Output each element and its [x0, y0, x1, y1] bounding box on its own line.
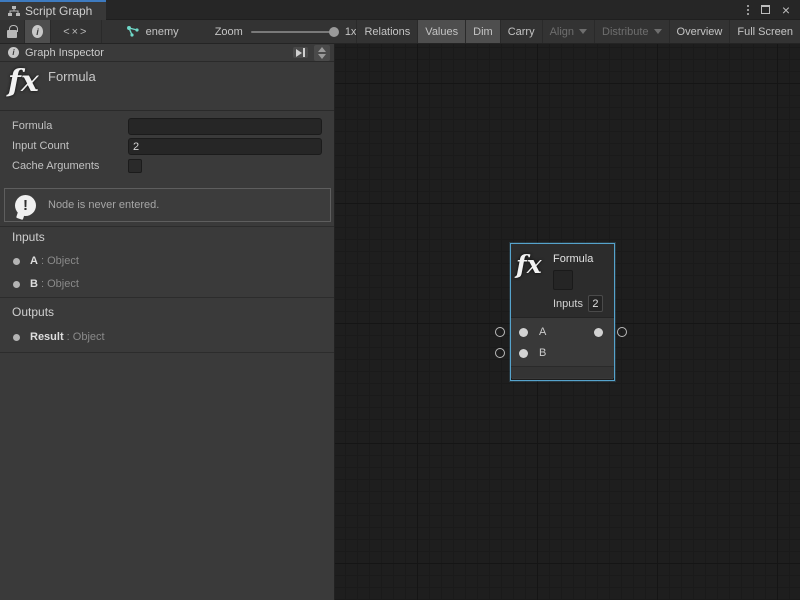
values-button[interactable]: Values [418, 20, 466, 43]
graph-toolbar: i <×> enemy Zoom 1x Re [0, 20, 800, 44]
node-input-count[interactable]: 2 [588, 295, 603, 312]
relations-button[interactable]: Relations [356, 20, 418, 43]
port-bullet-icon [13, 281, 20, 288]
zoom-control: Zoom 1x [215, 20, 357, 43]
port-bullet-icon [13, 334, 20, 341]
output-port-dot[interactable] [594, 328, 603, 337]
panel-scroll-arrows[interactable] [314, 45, 330, 61]
port-row-b: B [511, 345, 614, 361]
inspector-toggle-button[interactable]: i [25, 20, 51, 43]
align-dropdown[interactable]: Align [543, 20, 595, 43]
cache-arguments-checkbox[interactable] [128, 159, 142, 173]
warning-text: Node is never entered. [48, 199, 159, 211]
arrow-down-icon [318, 54, 326, 59]
dim-button[interactable]: Dim [466, 20, 501, 43]
info-icon: i [32, 25, 43, 38]
lock-button[interactable] [0, 20, 25, 43]
tab-script-graph[interactable]: Script Graph [0, 0, 106, 20]
window-controls: × [747, 0, 800, 19]
input-connection-ring-b[interactable] [495, 348, 505, 358]
formula-node-ports: A B [511, 318, 614, 366]
chevron-down-icon [579, 29, 587, 34]
maximize-icon[interactable] [761, 5, 770, 14]
info-icon: i [8, 47, 19, 58]
script-graph-icon [8, 6, 20, 17]
toolbar-buttons: Relations Values Dim Carry Align Distrib… [356, 20, 800, 43]
fx-icon: fx [8, 64, 39, 99]
fx-icon: fx [516, 250, 542, 279]
title-bar: Script Graph × [0, 0, 800, 20]
warning-box: ! Node is never entered. [4, 188, 331, 222]
unity-visual-scripting-window: Script Graph × i <×> [0, 0, 800, 600]
zoom-slider[interactable] [251, 31, 337, 33]
node-inputs-label: Inputs [553, 298, 583, 310]
inputs-section-header: Inputs [12, 230, 45, 244]
zoom-value: 1x [345, 26, 357, 38]
formula-node-footer [511, 366, 614, 378]
code-icon: <×> [63, 26, 88, 38]
output-connection-ring[interactable] [617, 327, 627, 337]
dock-icon [296, 49, 302, 57]
port-b-label: B [539, 347, 546, 359]
node-inputs-row: Inputs 2 [553, 295, 603, 312]
distribute-dropdown[interactable]: Distribute [595, 20, 669, 43]
node-formula-input[interactable] [553, 270, 573, 290]
input-port-b: B : Object [30, 278, 79, 290]
inspector-header: i Graph Inspector [0, 44, 334, 62]
window-menu-icon[interactable] [747, 5, 749, 15]
input-count-field-label: Input Count [12, 140, 69, 152]
breadcrumb-label: enemy [146, 26, 179, 38]
variables-toggle-button[interactable]: <×> [51, 20, 102, 43]
output-port-result: Result : Object [30, 331, 105, 343]
input-connection-ring-a[interactable] [495, 327, 505, 337]
dock-panel-button[interactable] [293, 47, 308, 58]
formula-node[interactable]: fx Formula Inputs 2 A B [510, 243, 615, 381]
outputs-section-header: Outputs [12, 305, 54, 319]
formula-node-title: Formula [553, 253, 593, 265]
carry-button[interactable]: Carry [501, 20, 543, 43]
graph-node-icon [126, 26, 140, 38]
cache-arguments-label: Cache Arguments [12, 160, 99, 172]
inspector-header-title: Graph Inspector [25, 47, 104, 59]
input-count-input[interactable] [128, 138, 322, 155]
graph-canvas[interactable]: fx Formula Inputs 2 A B [335, 44, 800, 600]
port-a-label: A [539, 326, 546, 338]
breadcrumb[interactable]: enemy [116, 20, 189, 43]
formula-input[interactable] [128, 118, 322, 135]
lock-icon [7, 30, 17, 38]
tab-label: Script Graph [25, 4, 92, 18]
formula-field-label: Formula [12, 120, 52, 132]
input-port-b-dot[interactable] [519, 349, 528, 358]
chevron-down-icon [654, 29, 662, 34]
input-port-a: A : Object [30, 255, 79, 267]
close-icon[interactable]: × [782, 5, 790, 15]
overview-button[interactable]: Overview [670, 20, 731, 43]
input-port-a-dot[interactable] [519, 328, 528, 337]
port-row-a: A [511, 324, 614, 340]
arrow-up-icon [318, 47, 326, 52]
inspected-node-title: Formula [48, 69, 96, 84]
zoom-label: Zoom [215, 26, 243, 38]
warning-icon: ! [15, 195, 36, 216]
graph-inspector-panel: i Graph Inspector fx Formula Formula Inp… [0, 44, 335, 600]
port-bullet-icon [13, 258, 20, 265]
zoom-slider-handle[interactable] [329, 27, 339, 37]
formula-node-header: fx Formula Inputs 2 [511, 244, 614, 318]
full-screen-button[interactable]: Full Screen [730, 20, 800, 43]
node-title-block: fx Formula [0, 62, 334, 111]
